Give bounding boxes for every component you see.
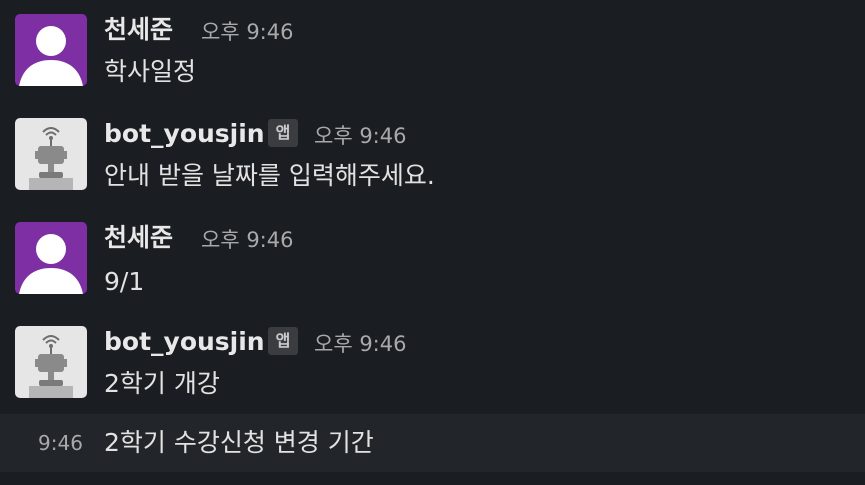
message-text: 9/1 bbox=[104, 267, 145, 296]
person-icon bbox=[15, 14, 87, 86]
message-text: 2학기 수강신청 변경 기간 bbox=[104, 428, 374, 457]
message-text: 안내 받을 날짜를 입력해주세요. bbox=[104, 161, 435, 190]
robot-icon bbox=[15, 118, 87, 190]
message-feed: 천세준 오후 9:46 학사일정 bot_yousjin 앱 오후 9:46 안… bbox=[0, 0, 865, 485]
continuation-message[interactable]: 9:46 2학기 수강신청 변경 기간 bbox=[0, 414, 865, 472]
message-timestamp[interactable]: 오후 9:46 bbox=[201, 17, 293, 47]
person-icon bbox=[15, 222, 87, 294]
app-badge: 앱 bbox=[268, 327, 298, 355]
user-avatar[interactable] bbox=[15, 14, 87, 86]
app-badge: 앱 bbox=[268, 119, 298, 147]
sender-name[interactable]: bot_yousjin bbox=[104, 327, 265, 357]
bot-avatar[interactable] bbox=[15, 326, 87, 398]
bot-avatar[interactable] bbox=[15, 118, 87, 190]
sender-name[interactable]: 천세준 bbox=[104, 15, 173, 45]
sender-name[interactable]: 천세준 bbox=[104, 223, 173, 253]
message-item[interactable]: 천세준 오후 9:46 9/1 bbox=[0, 208, 865, 312]
message-item[interactable]: 천세준 오후 9:46 학사일정 bbox=[0, 0, 865, 104]
sender-name[interactable]: bot_yousjin bbox=[104, 119, 265, 149]
message-timestamp[interactable]: 오후 9:46 bbox=[314, 121, 406, 151]
user-avatar[interactable] bbox=[15, 222, 87, 294]
message-item[interactable]: bot_yousjin 앱 오후 9:46 안내 받을 날짜를 입력해주세요. bbox=[0, 104, 865, 208]
message-timestamp[interactable]: 오후 9:46 bbox=[201, 225, 293, 255]
message-item[interactable]: bot_yousjin 앱 오후 9:46 2학기 개강 bbox=[0, 312, 865, 414]
message-text: 2학기 개강 bbox=[104, 369, 220, 398]
message-timestamp[interactable]: 오후 9:46 bbox=[314, 329, 406, 359]
robot-icon bbox=[15, 326, 87, 398]
message-text: 학사일정 bbox=[104, 57, 197, 86]
hover-timestamp[interactable]: 9:46 bbox=[38, 428, 83, 458]
